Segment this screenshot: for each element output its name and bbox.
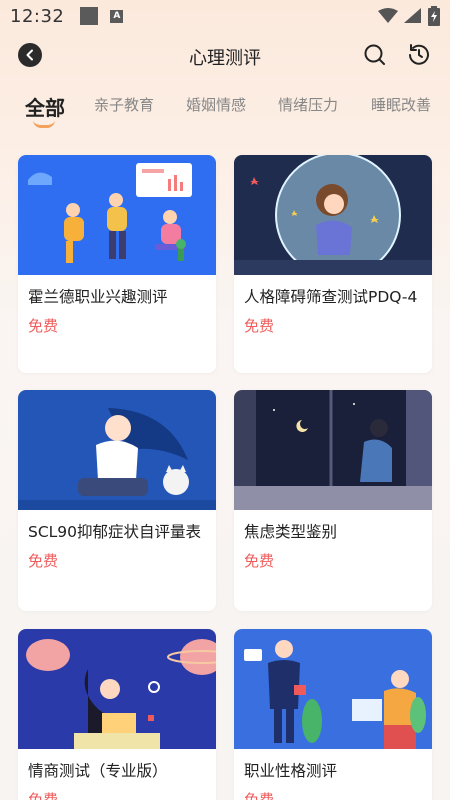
card-title: 霍兰德职业兴趣测评 <box>28 288 168 306</box>
card-price: 免费 <box>28 317 59 335</box>
tab-all[interactable]: 全部 <box>25 92 65 121</box>
test-card[interactable]: 霍兰德职业兴趣测评 免费 <box>18 155 216 373</box>
test-card[interactable]: SCL90抑郁症状自评量表 免费 <box>18 390 216 611</box>
tab-sleep[interactable]: 睡眠改善 <box>371 94 431 115</box>
signal-icon <box>404 8 421 23</box>
test-card[interactable]: 人格障碍筛查测试PDQ-4 免费 <box>234 155 432 373</box>
wifi-icon <box>378 8 398 23</box>
depression-scale-illustration <box>18 390 216 510</box>
battery-icon <box>428 6 440 26</box>
card-price: 免费 <box>244 317 275 335</box>
career-interest-illustration <box>18 155 216 275</box>
eq-test-illustration <box>18 629 216 749</box>
category-tabs: 全部 亲子教育 婚姻情感 情绪压力 睡眠改善 <box>0 82 450 132</box>
card-title: 焦虑类型鉴别 <box>244 523 338 541</box>
tab-emotion-stress[interactable]: 情绪压力 <box>278 94 338 115</box>
history-button[interactable] <box>406 42 432 68</box>
card-title: SCL90抑郁症状自评量表 <box>28 523 202 541</box>
search-icon <box>364 44 385 65</box>
card-title: 人格障碍筛查测试PDQ-4 <box>244 288 418 306</box>
personality-bubble-illustration <box>234 155 432 275</box>
test-card[interactable]: 职业性格测评 免费 <box>234 629 432 800</box>
card-price: 免费 <box>28 552 59 570</box>
keyboard-badge-icon: A <box>110 9 124 23</box>
card-title: 职业性格测评 <box>244 762 338 780</box>
tab-parenting[interactable]: 亲子教育 <box>94 94 154 115</box>
status-bar: 12:32 A <box>0 0 450 32</box>
card-price: 免费 <box>244 552 275 570</box>
career-personality-illustration <box>234 629 432 749</box>
anxiety-window-illustration <box>234 390 432 510</box>
test-card[interactable]: 情商测试（专业版） 免费 <box>18 629 216 800</box>
nav-bar: 心理测评 <box>0 32 450 78</box>
history-clock-icon <box>409 44 429 65</box>
status-time: 12:32 <box>10 5 65 27</box>
card-price: 免费 <box>244 791 275 800</box>
card-price: 免费 <box>28 791 59 800</box>
card-title: 情商测试（专业版） <box>28 762 168 780</box>
search-button[interactable] <box>362 42 388 68</box>
test-card[interactable]: 焦虑类型鉴别 免费 <box>234 390 432 611</box>
tab-marriage[interactable]: 婚姻情感 <box>186 94 246 115</box>
notification-icon <box>80 7 99 25</box>
